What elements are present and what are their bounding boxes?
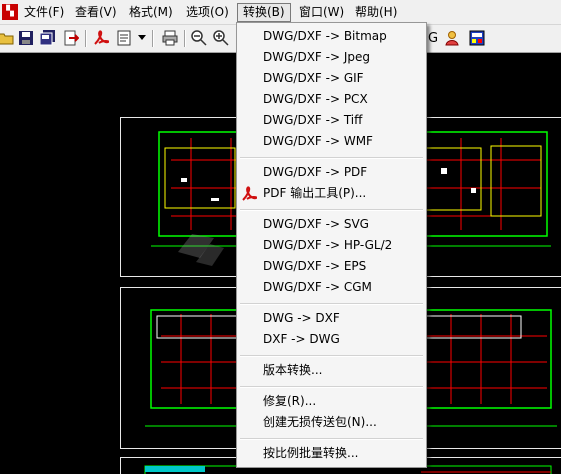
menu-help[interactable]: 帮助(H) [350,4,402,21]
zoom-out-icon[interactable] [190,29,208,47]
menu-item-dwg-to-wmf[interactable]: DWG/DXF -> WMF [237,131,426,152]
menu-item-dwg-to-tiff[interactable]: DWG/DXF -> Tiff [237,110,426,131]
export-icon[interactable] [62,29,80,47]
menu-view[interactable]: 查看(V) [70,4,122,21]
print-setup-icon[interactable] [115,29,133,47]
menu-item-label: DWG/DXF -> Tiff [263,113,363,127]
open-folder-icon[interactable] [0,29,15,47]
menu-item-create-etransmit-package[interactable]: 创建无损传送包(N)... [237,412,426,433]
menu-format[interactable]: 格式(M) [124,4,178,21]
menu-item-label: DWG/DXF -> EPS [263,259,367,273]
menu-separator [240,303,423,305]
app-logo-icon: ▚ [2,4,18,20]
menu-item-batch-scale-convert[interactable]: 按比例批量转换... [237,443,426,464]
menu-item-repair[interactable]: 修复(R)... [237,391,426,412]
menu-item-label: PDF 输出工具(P)... [263,186,367,200]
window-layout-icon[interactable] [468,29,486,47]
menu-item-label: DWG/DXF -> SVG [263,217,369,231]
menu-convert[interactable]: 转换(B) [237,3,291,22]
menu-separator [240,386,423,388]
print-icon[interactable] [161,29,179,47]
menu-item-label: 创建无损传送包(N)... [263,415,377,429]
menu-options[interactable]: 选项(O) [181,4,234,21]
menu-item-dwg-to-pcx[interactable]: DWG/DXF -> PCX [237,89,426,110]
menu-item-label: DWG/DXF -> Jpeg [263,50,370,64]
convert-menu-dropdown: DWG/DXF -> Bitmap DWG/DXF -> Jpeg DWG/DX… [236,22,427,468]
save-all-icon[interactable] [39,29,57,47]
menu-item-dwg-to-pdf[interactable]: DWG/DXF -> PDF [237,162,426,183]
zoom-in-icon[interactable] [212,29,230,47]
menu-item-label: DWG/DXF -> HP-GL/2 [263,238,393,252]
menu-item-label: 按比例批量转换... [263,446,359,460]
menu-item-label: 版本转换... [263,363,323,377]
menu-item-label: DXF -> DWG [263,332,340,346]
menu-item-dwg-to-gif[interactable]: DWG/DXF -> GIF [237,68,426,89]
menu-item-label: DWG -> DXF [263,311,340,325]
save-icon[interactable] [17,29,35,47]
menu-item-label: DWG/DXF -> Bitmap [263,29,387,43]
menu-item-label: DWG/DXF -> GIF [263,71,364,85]
toolbar-separator [184,30,186,47]
menu-item-label: DWG/DXF -> PDF [263,165,368,179]
menu-item-version-convert[interactable]: 版本转换... [237,360,426,381]
menu-separator [240,157,423,159]
menu-item-label: DWG/DXF -> PCX [263,92,368,106]
menu-item-label: DWG/DXF -> WMF [263,134,373,148]
menu-item-label: 修复(R)... [263,394,317,408]
menu-window[interactable]: 窗口(W) [294,4,349,21]
toolbar-separator [152,30,154,47]
menu-separator [240,355,423,357]
menu-item-dwg-to-dxf[interactable]: DWG -> DXF [237,308,426,329]
menu-item-label: DWG/DXF -> CGM [263,280,372,294]
dropdown-arrow-icon[interactable] [137,29,147,47]
menu-item-dxf-to-dwg[interactable]: DXF -> DWG [237,329,426,350]
menu-item-dwg-to-cgm[interactable]: DWG/DXF -> CGM [237,277,426,298]
menu-item-dwg-to-svg[interactable]: DWG/DXF -> SVG [237,214,426,235]
menu-item-dwg-to-eps[interactable]: DWG/DXF -> EPS [237,256,426,277]
menu-separator [240,438,423,440]
person-icon[interactable] [443,29,461,47]
pdf-acrobat-icon [241,186,258,202]
menu-item-pdf-output-tool[interactable]: PDF 输出工具(P)... [237,183,426,204]
pdf-acrobat-icon[interactable] [92,29,110,47]
menu-item-dwg-to-jpeg[interactable]: DWG/DXF -> Jpeg [237,47,426,68]
menu-item-dwg-to-hpgl2[interactable]: DWG/DXF -> HP-GL/2 [237,235,426,256]
menu-separator [240,209,423,211]
toolbar-separator [85,30,87,47]
menu-item-dwg-to-bitmap[interactable]: DWG/DXF -> Bitmap [237,26,426,47]
menu-file[interactable]: 文件(F) [19,4,69,21]
